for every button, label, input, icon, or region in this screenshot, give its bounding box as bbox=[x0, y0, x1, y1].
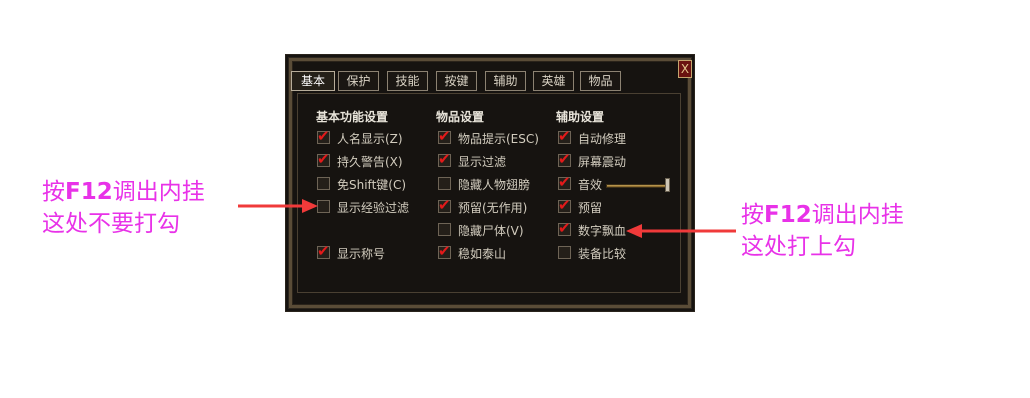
right-arrow-icon bbox=[626, 224, 736, 238]
left-arrow-icon bbox=[238, 199, 318, 213]
annotation-arrows bbox=[238, 199, 736, 238]
